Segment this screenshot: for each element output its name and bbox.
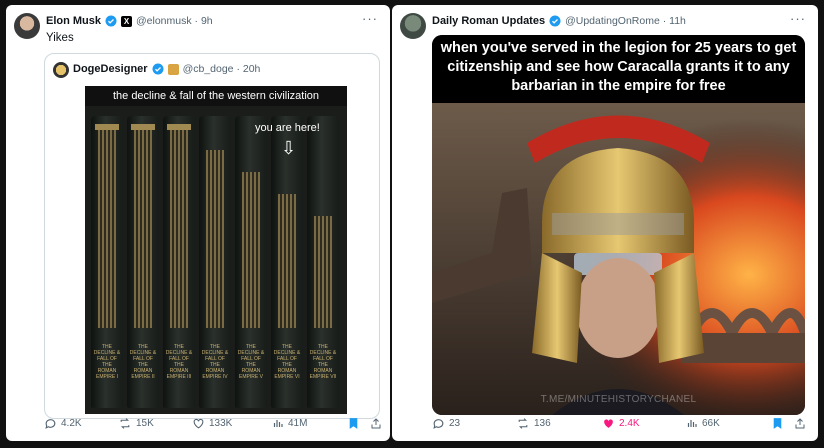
more-options-icon[interactable]: ···	[790, 11, 806, 26]
column-decoration	[242, 172, 260, 328]
views-count: 66K	[702, 417, 720, 429]
repost-button[interactable]: 15K	[118, 417, 154, 430]
column-capital	[131, 124, 155, 130]
column-decoration	[206, 150, 224, 328]
book-spine-text: THE DECLINE & FALL OF THE ROMAN EMPIRE I…	[201, 344, 229, 380]
bookmark-button[interactable]	[772, 417, 783, 430]
book-volume-5: THE DECLINE & FALL OF THE ROMAN EMPIRE V	[235, 116, 267, 408]
like-count: 133K	[209, 418, 233, 429]
reply-icon	[433, 419, 444, 429]
column-capital	[95, 124, 119, 130]
repost-button[interactable]: 136	[516, 417, 551, 430]
quoted-header: DogeDesigner @cb_doge · 20h	[73, 63, 260, 75]
down-arrow-icon: ⇩	[281, 138, 297, 158]
reply-button[interactable]: 23	[432, 417, 460, 430]
quoted-author-name: DogeDesigner	[73, 63, 148, 75]
share-button[interactable]	[794, 417, 806, 430]
views-chart-icon	[273, 420, 283, 427]
bookmark-icon	[773, 418, 782, 429]
reply-icon	[45, 419, 56, 429]
left-post-header: Elon Musk X @elonmusk · 9h	[46, 15, 213, 27]
views-chart-icon	[687, 420, 697, 427]
views-button[interactable]: 66K	[686, 417, 720, 429]
verified-badge-icon	[549, 15, 561, 27]
book-volume-4: THE DECLINE & FALL OF THE ROMAN EMPIRE I…	[199, 116, 231, 408]
author-name[interactable]: Elon Musk	[46, 15, 101, 27]
quoted-handle-time: @cb_doge · 20h	[182, 63, 261, 75]
watermark-text: T.ME/MINUTEHISTORYCHANEL	[540, 394, 697, 405]
affiliate-badge-icon	[167, 63, 179, 75]
column-decoration	[278, 194, 296, 328]
image-caption: the decline & fall of the western civili…	[85, 86, 347, 106]
more-options-icon[interactable]: ···	[362, 11, 378, 26]
author-handle-time: @elonmusk · 9h	[136, 15, 213, 27]
post-text: Yikes	[46, 32, 74, 44]
column-decoration	[98, 128, 116, 328]
like-button[interactable]: 133K	[192, 417, 232, 430]
author-handle-time: @UpdatingOnRome · 11h	[565, 15, 686, 27]
column-decoration	[314, 216, 332, 328]
you-are-here-label: you are here!	[255, 122, 320, 134]
bookmark-icon	[349, 418, 358, 429]
books-image[interactable]: the decline & fall of the western civili…	[85, 86, 347, 414]
heart-icon	[193, 418, 204, 429]
book-spine-text: THE DECLINE & FALL OF THE ROMAN EMPIRE V…	[273, 344, 301, 380]
reply-count: 4.2K	[61, 418, 82, 429]
meme-caption: when you've served in the legion for 25 …	[432, 35, 805, 103]
book-volume-3: THE DECLINE & FALL OF THE ROMAN EMPIRE I…	[163, 116, 195, 408]
right-post-card: Daily Roman Updates @UpdatingOnRome · 11…	[392, 5, 818, 441]
book-spine-text: THE DECLINE & FALL OF THE ROMAN EMPIRE V…	[309, 344, 337, 380]
verified-badge-icon	[105, 15, 117, 27]
book-volume-7: THE DECLINE & FALL OF THE ROMAN EMPIRE V…	[307, 116, 339, 408]
reply-count: 23	[449, 418, 461, 429]
author-name[interactable]: Daily Roman Updates	[432, 15, 545, 27]
right-action-bar: 23 136 2.4K 66K	[392, 417, 818, 437]
right-post-header: Daily Roman Updates @UpdatingOnRome · 11…	[432, 15, 686, 27]
repost-icon	[120, 418, 130, 429]
elon-avatar[interactable]	[14, 13, 40, 39]
heart-filled-icon	[604, 419, 613, 428]
share-icon	[371, 418, 381, 429]
column-decoration	[170, 128, 188, 328]
left-action-bar: 4.2K 15K 133K 41M	[6, 417, 390, 437]
meme-image[interactable]: when you've served in the legion for 25 …	[432, 35, 805, 415]
share-button[interactable]	[370, 417, 382, 430]
book-spine-text: THE DECLINE & FALL OF THE ROMAN EMPIRE I…	[129, 344, 157, 380]
book-volume-6: THE DECLINE & FALL OF THE ROMAN EMPIRE V…	[271, 116, 303, 408]
book-spine-text: THE DECLINE & FALL OF THE ROMAN EMPIRE V	[237, 344, 265, 380]
left-post-card: Elon Musk X @elonmusk · 9h ··· Yikes Dog…	[6, 5, 390, 441]
repost-count: 136	[534, 418, 551, 429]
verified-badge-icon	[152, 63, 164, 75]
column-capital	[167, 124, 191, 130]
reply-button[interactable]: 4.2K	[44, 417, 82, 430]
views-count: 41M	[288, 417, 308, 429]
roman-updates-avatar[interactable]	[400, 13, 426, 39]
quoted-avatar	[53, 62, 69, 78]
column-decoration	[134, 128, 152, 328]
repost-count: 15K	[136, 418, 154, 429]
book-volume-2: THE DECLINE & FALL OF THE ROMAN EMPIRE I…	[127, 116, 159, 408]
bookmark-button[interactable]	[348, 417, 359, 430]
repost-icon	[518, 418, 528, 429]
book-spine-text: THE DECLINE & FALL OF THE ROMAN EMPIRE I…	[165, 344, 193, 380]
quoted-post[interactable]: DogeDesigner @cb_doge · 20h the decline …	[44, 53, 380, 419]
like-button[interactable]: 2.4K	[602, 417, 640, 430]
like-count: 2.4K	[619, 418, 640, 429]
legionary-illustration	[432, 103, 805, 415]
views-button[interactable]: 41M	[272, 417, 307, 429]
book-volume-1: THE DECLINE & FALL OF THE ROMAN EMPIRE I	[91, 116, 123, 408]
book-spine-text: THE DECLINE & FALL OF THE ROMAN EMPIRE I	[93, 344, 121, 380]
x-affiliate-icon: X	[121, 15, 133, 27]
share-icon	[795, 418, 805, 429]
